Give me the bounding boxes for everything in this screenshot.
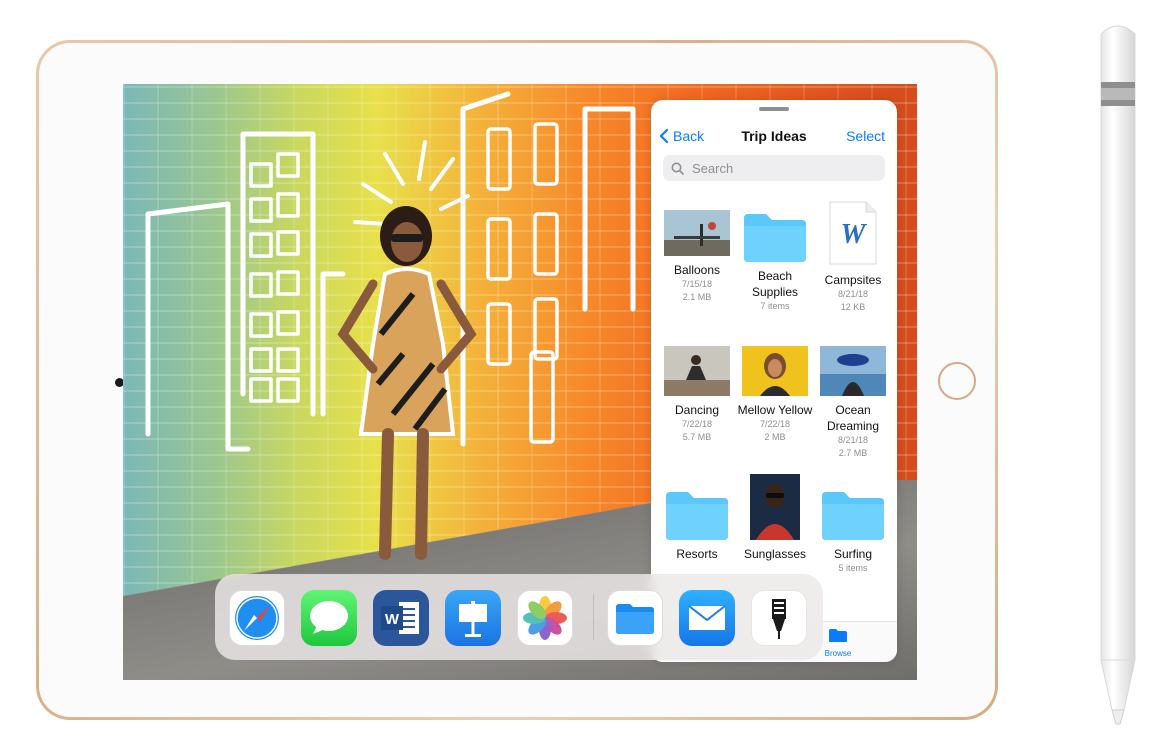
- file-date: 7/15/18: [681, 279, 713, 289]
- svg-text:W: W: [385, 611, 400, 628]
- file-size: 2.1 MB: [682, 292, 712, 302]
- apple-pencil: [1100, 25, 1136, 725]
- file-item-beach-supplies[interactable]: Beach Supplies 7 items: [736, 210, 814, 313]
- folder-icon: [822, 492, 884, 540]
- search-bar[interactable]: [663, 155, 885, 181]
- file-name: Mellow Yellow: [737, 403, 813, 417]
- word-document-icon: W: [829, 201, 877, 265]
- files-icon[interactable]: [607, 590, 663, 646]
- photo-thumbnail: [664, 210, 730, 256]
- dock: W: [215, 574, 823, 660]
- file-date: 8/21/18: [837, 289, 869, 299]
- photo-thumbnail: [664, 346, 730, 396]
- file-item-sunglasses[interactable]: Sunglasses: [736, 474, 814, 562]
- file-item-mellow-yellow[interactable]: Mellow Yellow 7/22/18 2 MB: [736, 346, 814, 444]
- file-name: Beach Supplies: [751, 269, 799, 299]
- photo-thumbnail: [742, 346, 808, 396]
- file-name: Resorts: [676, 547, 718, 561]
- file-name: Surfing: [833, 547, 873, 561]
- file-item-ocean-dreaming[interactable]: Ocean Dreaming 8/21/18 2.7 MB: [814, 346, 892, 460]
- file-name: Ocean Dreaming: [826, 403, 880, 433]
- file-count: 5 items: [838, 563, 868, 573]
- file-count: 7 items: [760, 301, 790, 311]
- file-date: 7/22/18: [759, 419, 791, 429]
- file-name: Campsites: [824, 273, 882, 287]
- slide-over-grabber[interactable]: [759, 107, 789, 111]
- search-input[interactable]: [690, 159, 874, 177]
- select-button[interactable]: Select: [846, 128, 885, 144]
- file-date: 8/21/18: [837, 435, 869, 445]
- photo-thumbnail: [820, 346, 886, 396]
- messages-icon[interactable]: [301, 590, 357, 646]
- file-item-surfing[interactable]: Surfing 5 items: [814, 488, 892, 575]
- drawing-app-icon[interactable]: [751, 590, 807, 646]
- svg-text:W: W: [841, 219, 868, 250]
- photo-thumbnail: [750, 474, 800, 540]
- folder-icon: [744, 214, 806, 262]
- keynote-icon[interactable]: [445, 590, 501, 646]
- tab-browse-label: Browse: [824, 649, 852, 658]
- ipad-front: Back Trip Ideas Select Search Balloons 7…: [39, 43, 995, 717]
- home-button[interactable]: [938, 362, 976, 400]
- file-name: Sunglasses: [743, 547, 807, 561]
- file-item-dancing[interactable]: Dancing 7/22/18 5.7 MB: [658, 346, 736, 444]
- mail-icon[interactable]: [679, 590, 735, 646]
- file-name: Dancing: [674, 403, 720, 417]
- file-size: 12 KB: [840, 302, 866, 312]
- folder-icon: [666, 492, 728, 540]
- folder-tab-icon: [829, 629, 847, 642]
- file-item-balloons[interactable]: Balloons 7/15/18 2.1 MB: [658, 210, 736, 304]
- file-item-campsites[interactable]: W Campsites 8/21/18 12 KB: [814, 200, 892, 314]
- file-item-resorts[interactable]: Resorts: [658, 488, 736, 562]
- photos-icon[interactable]: [517, 590, 573, 646]
- dock-divider: [593, 594, 594, 640]
- file-name: Balloons: [673, 263, 721, 277]
- file-size: 5.7 MB: [682, 432, 712, 442]
- word-icon[interactable]: W: [373, 590, 429, 646]
- ipad-screen: Back Trip Ideas Select Search Balloons 7…: [123, 84, 917, 680]
- file-size: 2 MB: [764, 432, 786, 442]
- ipad-device: Back Trip Ideas Select Search Balloons 7…: [36, 40, 998, 720]
- safari-icon[interactable]: [229, 590, 285, 646]
- search-icon: [671, 162, 684, 175]
- file-size: 2.7 MB: [838, 448, 868, 458]
- file-date: 7/22/18: [681, 419, 713, 429]
